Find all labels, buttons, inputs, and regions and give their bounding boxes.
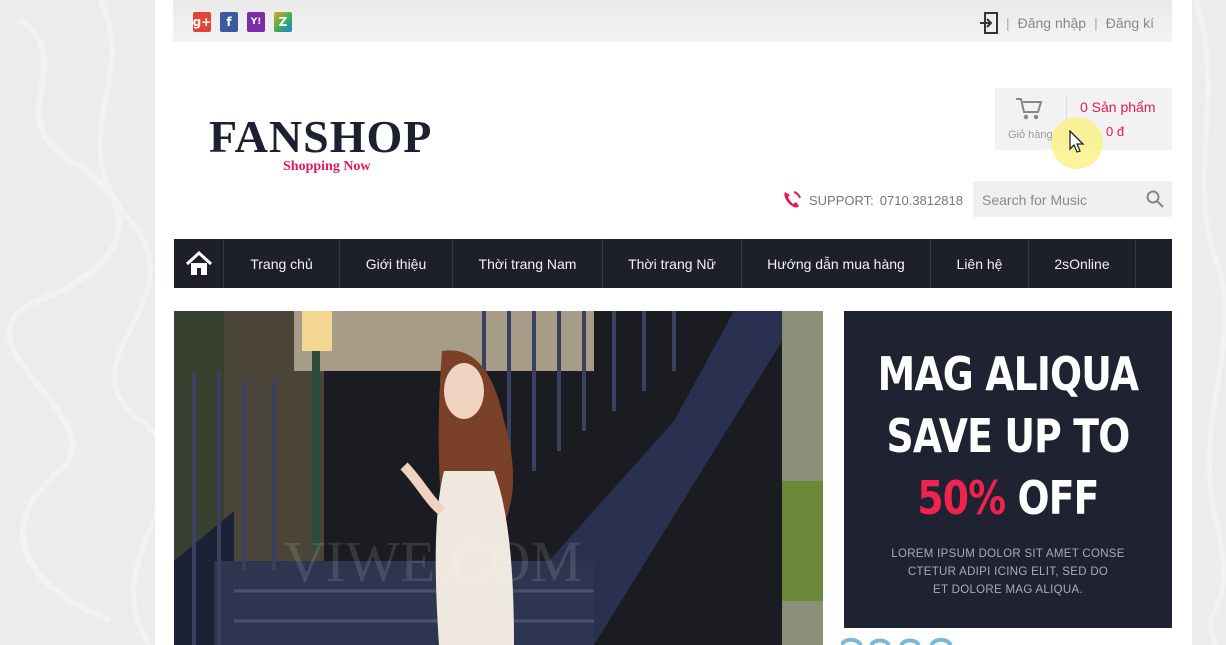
banner-watermark: VIWE.COM: [284, 529, 582, 594]
promo-banner[interactable]: MAG ALIQUA SAVE UP TO 50% OFF LOREM IPSU…: [844, 311, 1172, 628]
promo-headline-2: SAVE UP TO: [886, 409, 1131, 463]
nav-item-gioi-thieu[interactable]: Giới thiệu: [340, 239, 453, 288]
logo-name: FANSHOP: [209, 111, 433, 162]
zing-icon[interactable]: Z: [274, 12, 292, 32]
nav-item-thoi-trang-nam[interactable]: Thời trang Nam: [453, 239, 603, 288]
cart-total: 0 đ: [1106, 124, 1125, 139]
promo-off: OFF: [1017, 471, 1099, 525]
cart-item-count: 0 Sản phẩm: [1080, 99, 1156, 115]
shopping-cart-icon: [1016, 98, 1043, 120]
promo-percent: 50%: [917, 471, 1006, 525]
site-logo[interactable]: FANSHOP Shopping Now: [209, 113, 432, 175]
background-pattern-right: [1193, 0, 1226, 645]
hero-banner-image[interactable]: VIWE.COM: [174, 311, 823, 645]
social-links: g+ f Y! Z: [193, 12, 292, 32]
support-info: SUPPORT: 0710.3812818: [781, 189, 963, 211]
cart-label: Giỏ hàng: [1008, 129, 1053, 141]
search-icon[interactable]: [1146, 190, 1164, 208]
promo-body: LOREM IPSUM DOLOR SIT AMET CONSE CTETUR …: [844, 545, 1172, 599]
register-link[interactable]: Đăng kí: [1106, 15, 1154, 31]
promo-body-line: LOREM IPSUM DOLOR SIT AMET CONSE: [891, 548, 1125, 560]
search-box: [973, 181, 1172, 219]
facebook-icon[interactable]: f: [220, 12, 238, 32]
auth-separator: |: [1005, 15, 1010, 31]
support-phone: 0710.3812818: [879, 192, 963, 208]
mouse-pointer-icon: [1069, 130, 1085, 153]
auth-links: | Đăng nhập | Đăng kí: [979, 12, 1154, 34]
nav-item-huong-dan-mua-hang[interactable]: Hướng dẫn mua hàng: [742, 239, 931, 288]
top-bar: g+ f Y! Z | Đăng nhập | Đăng kí: [173, 0, 1172, 42]
auth-separator: |: [1094, 15, 1098, 31]
nav-item-trang-chu[interactable]: Trang chủ: [224, 239, 340, 288]
main-nav: Trang chủ Giới thiệu Thời trang Nam Thời…: [174, 239, 1172, 288]
home-icon: [185, 250, 212, 275]
promo-body-line: CTETUR ADIPI ICING ELIT, SED DO: [907, 566, 1109, 578]
phone-icon: [784, 191, 801, 208]
google-plus-icon[interactable]: g+: [193, 12, 211, 32]
section-heading-partial: [841, 637, 953, 645]
nav-item-lien-he[interactable]: Liên hệ: [931, 239, 1029, 288]
nav-item-2sonline[interactable]: 2sOnline: [1029, 239, 1136, 288]
promo-body-line: ET DOLORE MAG ALIQUA.: [933, 584, 1083, 596]
promo-headline-3: 50% OFF: [874, 467, 1143, 529]
login-icon[interactable]: [979, 12, 998, 34]
background-pattern: [6, 0, 160, 645]
login-link[interactable]: Đăng nhập: [1018, 15, 1087, 31]
search-input[interactable]: [973, 181, 1144, 219]
nav-home-button[interactable]: [174, 239, 224, 288]
page-container: g+ f Y! Z | Đăng nhập | Đăng kí FANSHOP …: [155, 0, 1192, 645]
promo-headline-1: MAG ALIQUA: [877, 347, 1139, 401]
support-label: SUPPORT:: [809, 192, 874, 208]
yahoo-icon[interactable]: Y!: [247, 12, 265, 32]
nav-item-thoi-trang-nu[interactable]: Thời trang Nữ: [603, 239, 742, 288]
